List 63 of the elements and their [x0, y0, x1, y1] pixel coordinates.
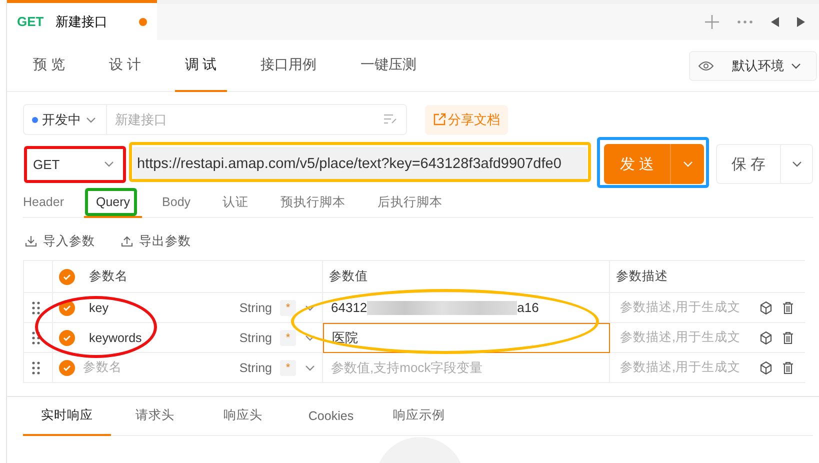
right-arrow-icon[interactable]: [797, 17, 805, 27]
environment-select[interactable]: 默认环境: [689, 50, 817, 80]
export-params-button[interactable]: 导出参数: [121, 232, 191, 250]
param-name-field[interactable]: keywords: [89, 330, 142, 344]
param-value: a16: [517, 300, 539, 315]
response-tab[interactable]: 请求头: [111, 397, 199, 436]
status-select[interactable]: 开发中: [23, 104, 107, 135]
left-arrow-icon[interactable]: [771, 17, 779, 27]
eye-icon: [698, 60, 714, 70]
upload-icon: [121, 235, 133, 247]
select-all-checkbox[interactable]: [59, 268, 75, 284]
check-icon: [62, 332, 72, 342]
type-select[interactable]: String: [239, 360, 272, 374]
param-name-field[interactable]: key: [89, 300, 108, 314]
tab-title: 新建接口: [56, 12, 108, 30]
drag-handle-icon[interactable]: [32, 300, 40, 314]
method-label: GET: [17, 14, 44, 29]
column-header: 参数值: [329, 268, 368, 285]
request-tab[interactable]: Query: [84, 188, 142, 218]
check-icon: [62, 362, 72, 372]
value-field[interactable]: 64312 a16: [323, 293, 610, 323]
row-checkbox[interactable]: [59, 360, 75, 376]
view-tab[interactable]: 预 览: [23, 40, 75, 92]
plus-icon[interactable]: [705, 15, 719, 29]
column-header: 参数描述: [616, 268, 668, 285]
cube-icon[interactable]: [759, 360, 773, 374]
view-tab[interactable]: 设 计: [98, 40, 151, 92]
share-icon: [433, 113, 446, 126]
request-tab[interactable]: Header: [23, 188, 76, 218]
param-value-placeholder: 参数值,支持mock字段变量: [331, 358, 483, 376]
param-value: 64312: [331, 300, 368, 315]
more-icon[interactable]: [737, 20, 753, 24]
request-tab[interactable]: 认证: [210, 188, 261, 218]
trash-icon[interactable]: [781, 330, 795, 344]
response-tab[interactable]: Cookies: [287, 397, 375, 436]
response-tab[interactable]: 实时响应: [23, 397, 111, 436]
type-select[interactable]: String: [239, 300, 272, 314]
column-header: 参数名: [89, 268, 128, 285]
view-tab[interactable]: 接口用例: [250, 40, 327, 92]
cube-icon[interactable]: [759, 300, 773, 314]
edit-lines-icon: [384, 114, 397, 124]
trash-icon[interactable]: [781, 300, 795, 314]
row-checkbox[interactable]: [59, 330, 75, 346]
file-tab[interactable]: GET 新建接口: [7, 0, 157, 40]
view-tab[interactable]: 一键压测: [350, 40, 427, 92]
download-icon: [25, 235, 37, 247]
check-icon: [62, 272, 72, 282]
request-tab[interactable]: 预执行脚本: [268, 188, 358, 218]
request-tab[interactable]: Body: [150, 188, 203, 218]
name-field[interactable]: 新建接口: [107, 104, 407, 135]
drag-handle-icon[interactable]: [32, 360, 40, 374]
response-tab[interactable]: 响应头: [199, 397, 287, 436]
trash-icon[interactable]: [781, 360, 795, 374]
cube-icon[interactable]: [759, 330, 773, 344]
response-tab[interactable]: 响应示例: [375, 397, 463, 436]
type-select[interactable]: String: [239, 330, 272, 344]
url-field[interactable]: https://restapi.amap.com/v5/place/text?key=643128f3afd9907dfe0: [133, 147, 587, 181]
request-tab[interactable]: 后执行脚本: [366, 188, 455, 218]
import-params-button[interactable]: 导入参数: [25, 232, 95, 250]
check-icon: [62, 302, 72, 312]
drag-handle-icon[interactable]: [32, 330, 40, 344]
view-tab[interactable]: 调 试: [174, 40, 227, 92]
save-button[interactable]: 保 存: [716, 144, 813, 184]
